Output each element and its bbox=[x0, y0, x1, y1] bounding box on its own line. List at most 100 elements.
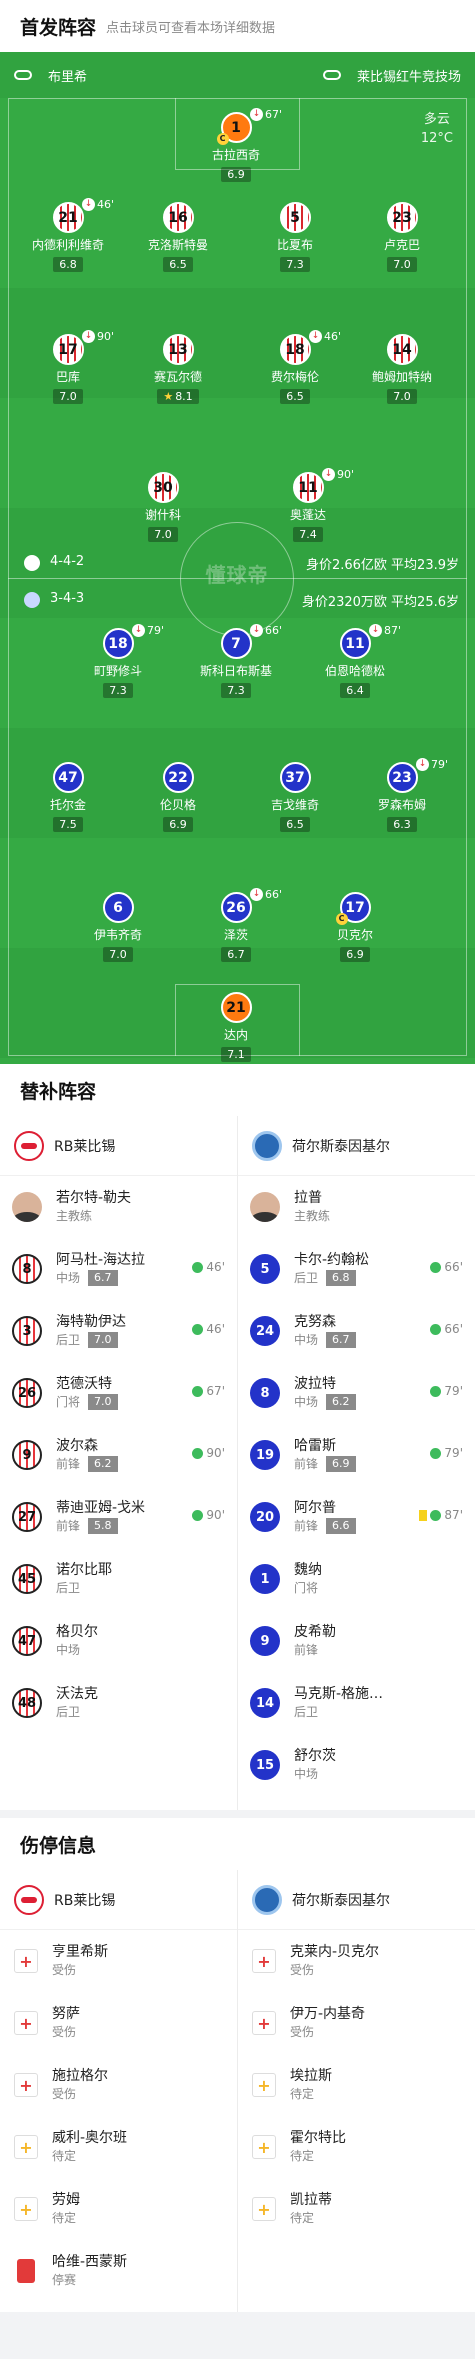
bench-player-rating: 6.6 bbox=[326, 1518, 356, 1534]
bench-player[interactable]: 48 沃法克 后卫 bbox=[0, 1672, 237, 1734]
injury-home-team[interactable]: RB莱比锡 bbox=[0, 1870, 237, 1930]
away-player[interactable]: 11 ↓ 87' 伯恩哈德松 6.4 bbox=[305, 624, 405, 698]
bench-player-position: 门将 7.0 bbox=[56, 1393, 118, 1411]
injury-item[interactable]: + 凯拉蒂 待定 bbox=[238, 2178, 475, 2240]
home-player[interactable]: 23 卢克巴 7.0 bbox=[352, 202, 452, 272]
bench-home-team[interactable]: RB莱比锡 bbox=[0, 1116, 237, 1176]
weather-info: 多云 12°C bbox=[421, 110, 453, 148]
substitution-minute: 87' bbox=[444, 1508, 463, 1522]
bench-header: 替补阵容 bbox=[0, 1064, 475, 1116]
player-number-badge: 1 bbox=[250, 1564, 280, 1594]
injury-item[interactable]: + 亨里希斯 受伤 bbox=[0, 1930, 237, 1992]
bench-player[interactable]: 1 魏纳 门将 bbox=[238, 1548, 475, 1610]
bench-player[interactable]: 8 阿马杜-海达拉 中场 6.7 46' bbox=[0, 1238, 237, 1300]
player-rating: 6.5 bbox=[280, 817, 310, 832]
bench-player[interactable]: 9 皮希勒 前锋 bbox=[238, 1610, 475, 1672]
bench-player[interactable]: 27 蒂迪亚姆-戈米 前锋 5.8 90' bbox=[0, 1486, 237, 1548]
player-rating: 7.3 bbox=[103, 683, 133, 698]
substitution-minute: 46' bbox=[206, 1322, 225, 1336]
away-player[interactable]: 6 伊韦齐奇 7.0 bbox=[68, 892, 168, 962]
bench-home-column: RB莱比锡 若尔特-勒夫 主教练 8 阿马杜-海达拉 中场 6.7 46' 3 海特勒伊达后… bbox=[0, 1116, 237, 1734]
home-player[interactable]: 11 ↓ 90' 奥蓬达 7.4 bbox=[258, 468, 358, 542]
bench-player[interactable]: 47 格贝尔 中场 bbox=[0, 1610, 237, 1672]
injury-item[interactable]: + 伊万-内基奇 受伤 bbox=[238, 1992, 475, 2054]
bench-player-rating: 6.2 bbox=[88, 1456, 118, 1472]
position-label: 后卫 bbox=[56, 1705, 81, 1719]
bench-player-position: 中场 6.7 bbox=[294, 1331, 356, 1349]
substitution-in-info: 90' bbox=[192, 1446, 225, 1460]
home-coach[interactable]: 若尔特-勒夫 主教练 bbox=[0, 1176, 237, 1238]
away-player[interactable]: 17 C 贝克尔 6.9 bbox=[305, 892, 405, 962]
player-number: 30 bbox=[153, 479, 173, 496]
player-rating: 7.3 bbox=[280, 257, 310, 272]
bench-player-position: 后卫 6.8 bbox=[294, 1269, 369, 1287]
player-name: 斯科日布斯基 bbox=[199, 664, 272, 678]
bench-player[interactable]: 19 哈雷斯 前锋 6.9 79' bbox=[238, 1424, 475, 1486]
player-rating: 7.0 bbox=[387, 389, 417, 404]
injury-yellow-icon: + bbox=[252, 2197, 276, 2221]
bench-player[interactable]: 8 波拉特 中场 6.2 79' bbox=[238, 1362, 475, 1424]
injury-item[interactable]: + 努萨 受伤 bbox=[0, 1992, 237, 2054]
injury-player-name: 哈维-西蒙斯 bbox=[52, 2254, 128, 2270]
bench-away-team[interactable]: 荷尔斯泰因基尔 bbox=[238, 1116, 475, 1176]
player-name: 古拉西奇 bbox=[211, 148, 260, 162]
home-player[interactable]: 16 克洛斯特曼 6.5 bbox=[128, 202, 228, 272]
injury-status: 受伤 bbox=[290, 2025, 315, 2039]
substitution-info: ↓ 90' bbox=[322, 468, 354, 481]
home-player[interactable]: 13 赛瓦尔德 8.1 bbox=[128, 334, 228, 404]
bench-player[interactable]: 14 马克斯-格施… 后卫 bbox=[238, 1672, 475, 1734]
home-player[interactable]: 17 ↓ 90' 巴库 7.0 bbox=[18, 330, 118, 404]
player-rating: 7.0 bbox=[387, 257, 417, 272]
bench-player-position: 前锋 bbox=[294, 1641, 336, 1659]
player-number: 37 bbox=[285, 769, 305, 786]
bench-player[interactable]: 5 卡尔-约翰松 后卫 6.8 66' bbox=[238, 1238, 475, 1300]
injury-status: 待定 bbox=[52, 2149, 77, 2163]
home-venue-label: 布里希 bbox=[48, 69, 88, 85]
player-name: 罗森布姆 bbox=[377, 798, 426, 812]
bench-player-position: 前锋 6.6 bbox=[294, 1517, 356, 1535]
home-player[interactable]: 18 ↓ 46' 费尔梅伦 6.5 bbox=[245, 330, 345, 404]
away-player[interactable]: 18 ↓ 79' 町野修斗 7.3 bbox=[68, 624, 168, 698]
away-player[interactable]: 26 ↓ 66' 泽茨 6.7 bbox=[186, 888, 286, 962]
injury-item[interactable]: + 威利-奥尔班 待定 bbox=[0, 2116, 237, 2178]
bench-player[interactable]: 45 诺尔比耶 后卫 bbox=[0, 1548, 237, 1610]
away-coach[interactable]: 拉普 主教练 bbox=[238, 1176, 475, 1238]
away-player[interactable]: 7 ↓ 66' 斯科日布斯基 7.3 bbox=[186, 624, 286, 698]
injury-item[interactable]: + 施拉格尔 受伤 bbox=[0, 2054, 237, 2116]
substitution-minute: 79' bbox=[444, 1384, 463, 1398]
bench-player[interactable]: 26 范德沃特 门将 7.0 67' bbox=[0, 1362, 237, 1424]
home-player[interactable]: 5 比夏布 7.3 bbox=[245, 202, 345, 272]
away-player[interactable]: 47 托尔金 7.5 bbox=[18, 762, 118, 832]
bench-player-name: 海特勒伊达 bbox=[56, 1314, 126, 1330]
home-player[interactable]: 14 鲍姆加特纳 7.0 bbox=[352, 334, 452, 404]
bench-player[interactable]: 24 克努森 中场 6.7 66' bbox=[238, 1300, 475, 1362]
injury-item[interactable]: + 克莱内-贝克尔 受伤 bbox=[238, 1930, 475, 1992]
home-player[interactable]: 21 ↓ 46' 内德利利维奇 6.8 bbox=[18, 198, 118, 272]
away-team-stats: 身价2320万欧 平均25.6岁 bbox=[301, 595, 459, 610]
home-player[interactable]: 1 C ↓ 67' 古拉西奇 6.9 bbox=[186, 108, 286, 182]
player-number-badge: 3 bbox=[12, 1316, 42, 1346]
player-rating: 6.5 bbox=[280, 389, 310, 404]
injury-player-name: 亨里希斯 bbox=[52, 1944, 108, 1960]
injury-item[interactable]: 哈维-西蒙斯 停赛 bbox=[0, 2240, 237, 2302]
substitution-out-icon: ↓ bbox=[250, 108, 263, 121]
injury-item[interactable]: + 霍尔特比 待定 bbox=[238, 2116, 475, 2178]
whistle-icon bbox=[14, 70, 32, 80]
away-player[interactable]: 37 吉戈维奇 6.5 bbox=[245, 762, 345, 832]
away-player[interactable]: 22 伦贝格 6.9 bbox=[128, 762, 228, 832]
home-player[interactable]: 30 谢什科 7.0 bbox=[113, 472, 213, 542]
bench-player-position: 前锋 6.2 bbox=[56, 1455, 118, 1473]
bench-player[interactable]: 20 阿尔普 前锋 6.6 87' bbox=[238, 1486, 475, 1548]
bench-player[interactable]: 3 海特勒伊达 后卫 7.0 46' bbox=[0, 1300, 237, 1362]
injury-item[interactable]: + 劳姆 待定 bbox=[0, 2178, 237, 2240]
home-formation: 4-4-2 bbox=[50, 554, 85, 569]
away-player[interactable]: 23 ↓ 79' 罗森布姆 6.3 bbox=[352, 758, 452, 832]
bench-player[interactable]: 9 波尔森 前锋 6.2 90' bbox=[0, 1424, 237, 1486]
bench-player[interactable]: 15 舒尔茨 中场 bbox=[238, 1734, 475, 1796]
away-player[interactable]: 21 达内 7.1 bbox=[186, 992, 286, 1062]
player-number-badge: 47 bbox=[12, 1626, 42, 1656]
substitution-info: ↓ 87' bbox=[369, 624, 401, 637]
injury-away-team[interactable]: 荷尔斯泰因基尔 bbox=[238, 1870, 475, 1930]
injury-item[interactable]: + 埃拉斯 待定 bbox=[238, 2054, 475, 2116]
coach-avatar bbox=[250, 1192, 280, 1222]
